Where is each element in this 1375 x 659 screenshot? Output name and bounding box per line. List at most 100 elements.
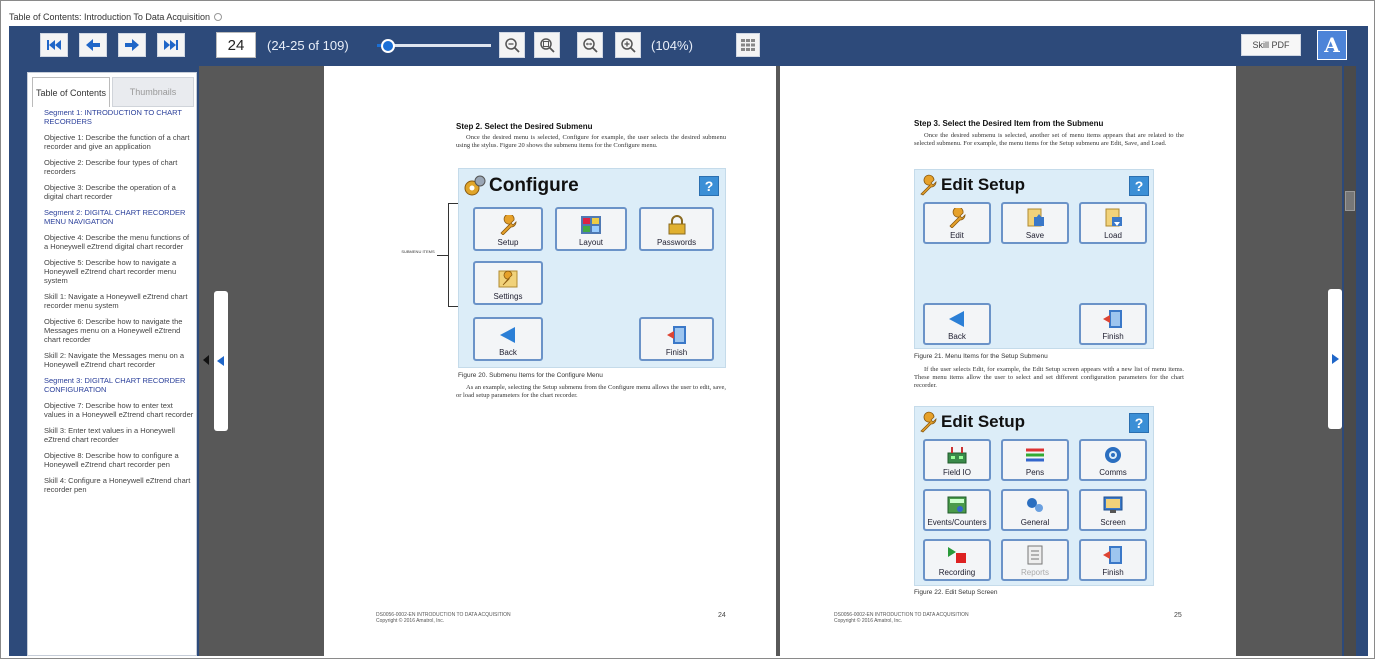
thumbnails-grid-button[interactable] (736, 33, 760, 57)
first-page-button[interactable] (40, 33, 68, 57)
edit-setup-screen-2: Edit Setup ? Field IO Pens Comms Events/… (914, 406, 1154, 586)
edit-setup-wrench-icon-2 (920, 411, 937, 433)
tile-field-io-label: Field IO (942, 468, 971, 477)
skill-pdf-button[interactable]: Skill PDF (1241, 34, 1301, 56)
zoom-percent-label: (104%) (651, 38, 693, 53)
settings-gear-icon[interactable] (213, 13, 222, 21)
tile-finish-2-label: Finish (1102, 568, 1124, 577)
pens-icon (1026, 448, 1044, 462)
collapse-sidebar-icon[interactable] (202, 355, 210, 365)
fit-page-button[interactable] (534, 32, 560, 58)
tile-edit-label: Edit (950, 231, 964, 240)
tile-passwords-label: Passwords (656, 238, 697, 247)
zoom-out-icon (505, 38, 520, 53)
last-page-button[interactable] (157, 33, 185, 57)
vertical-scrollbar[interactable] (1344, 66, 1356, 656)
right-footer-line-2: Copyright © 2016 Amatrol, Inc. (834, 618, 903, 624)
tile-finish-1-label: Finish (1102, 332, 1124, 341)
tile-load-label: Load (1104, 231, 1122, 240)
tile-field-io: Field IO (923, 439, 991, 481)
fit-width-button[interactable] (577, 32, 603, 58)
toc-segment-link[interactable]: Segment 1: INTRODUCTION TO CHART RECORDE… (44, 108, 194, 126)
toolbar: 24 (24-25 of 109) (104%) Skill PDF A (9, 26, 1368, 66)
page-number-input[interactable]: 24 (216, 32, 256, 58)
toc-item-link[interactable]: Skill 2: Navigate the Messages menu on a… (44, 351, 194, 369)
toc-item-link[interactable]: Skill 1: Navigate a Honeywell eZtrend ch… (44, 292, 194, 310)
tile-back-1: Back (923, 303, 991, 345)
previous-page-panel[interactable] (214, 291, 228, 431)
tile-back-1-label: Back (948, 332, 966, 341)
figure-21-caption: Figure 21. Menu Items for the Setup Subm… (914, 353, 1048, 360)
toc-item-link[interactable]: Objective 1: Describe the function of a … (44, 133, 194, 151)
tile-edit: Edit (923, 202, 991, 244)
zoom-in-icon (621, 38, 636, 53)
toc-item-link[interactable]: Objective 8: Describe how to configure a… (44, 451, 194, 469)
submenu-items-leader (437, 255, 448, 256)
configure-gears-icon (464, 175, 486, 196)
right-page-number: 25 (1174, 612, 1182, 619)
padlock-icon (668, 215, 685, 235)
toc-item-link[interactable]: Objective 6: Describe how to navigate th… (44, 317, 194, 344)
figure-20-caption: Figure 20. Submenu Items for the Configu… (458, 372, 603, 379)
tab-table-of-contents[interactable]: Table of Contents (32, 77, 110, 107)
configure-screen: Configure ? Setup Layout Passwords Setti… (458, 168, 726, 368)
tile-layout: Layout (555, 207, 627, 251)
tile-pens-label: Pens (1025, 468, 1045, 477)
field-io-icon (947, 447, 967, 464)
next-page-button[interactable] (118, 33, 146, 57)
zoom-slider-thumb[interactable] (381, 39, 396, 53)
accessibility-button[interactable]: A (1317, 30, 1347, 60)
tile-layout-label: Layout (578, 238, 604, 247)
toc-item-link[interactable]: Objective 3: Describe the operation of a… (44, 183, 194, 201)
tab-thumbnails[interactable]: Thumbnails (112, 77, 194, 107)
tile-settings-label: Settings (493, 292, 523, 301)
next-arrow-icon (1332, 354, 1339, 364)
left-page-number: 24 (718, 612, 726, 619)
scrollbar-thumb[interactable] (1345, 191, 1355, 211)
sidebar: Table of Contents Thumbnails Segment 1: … (9, 66, 199, 656)
tile-finish: Finish (639, 317, 714, 361)
toc-item-link[interactable]: Objective 4: Describe the menu functions… (44, 233, 194, 251)
configure-title: Configure (489, 175, 579, 196)
previous-page-button[interactable] (79, 33, 107, 57)
tile-save-label: Save (1025, 231, 1045, 240)
help-icon-2: ? (1129, 413, 1149, 433)
tile-finish-label: Finish (665, 348, 688, 357)
window-title-bar: Table of Contents: Introduction To Data … (9, 9, 222, 25)
toc-item-link[interactable]: Objective 2: Describe four types of char… (44, 158, 194, 176)
tile-reports: Reports (1001, 539, 1069, 581)
tile-finish-1: Finish (1079, 303, 1147, 345)
comms-icon (1105, 447, 1121, 463)
tile-screen: Screen (1079, 489, 1147, 531)
exit-door-icon (666, 326, 686, 344)
toc-item-link[interactable]: Objective 5: Describe how to navigate a … (44, 258, 194, 285)
toc-segment-link[interactable]: Segment 2: DIGITAL CHART RECORDER MENU N… (44, 208, 194, 226)
next-page-panel[interactable] (1328, 289, 1342, 429)
right-page-body-1: Once the desired submenu is selected, an… (914, 132, 1184, 147)
right-page-heading: Step 3. Select the Desired Item from the… (914, 119, 1104, 128)
toc-item-link[interactable]: Skill 4: Configure a Honeywell eZtrend c… (44, 476, 194, 494)
toc-item-link[interactable]: Objective 7: Describe how to enter text … (44, 401, 194, 419)
back-arrow-icon (500, 327, 515, 343)
tile-setup-label: Setup (497, 238, 519, 247)
tile-recording: Recording (923, 539, 991, 581)
layout-grid-icon (581, 216, 601, 234)
edit-setup-title-2: Edit Setup (941, 412, 1026, 431)
general-icon (1027, 498, 1043, 512)
settings-wrench-icon (498, 270, 518, 288)
left-page-heading: Step 2. Select the Desired Submenu (456, 122, 593, 131)
tile-comms: Comms (1079, 439, 1147, 481)
zoom-in-button[interactable] (615, 32, 641, 58)
toc-item-link[interactable]: Skill 3: Enter text values in a Honeywel… (44, 426, 194, 444)
figure-22-caption: Figure 22. Edit Setup Screen (914, 589, 998, 596)
toc-list: Segment 1: INTRODUCTION TO CHART RECORDE… (44, 108, 194, 501)
zoom-out-button[interactable] (499, 32, 525, 58)
submenu-items-callout: SUBMENU ITEMS (401, 249, 435, 254)
toc-segment-link[interactable]: Segment 3: DIGITAL CHART RECORDER CONFIG… (44, 376, 194, 394)
edit-setup-screen-1: Edit Setup ? Edit Save Load Back Finish (914, 169, 1154, 349)
tile-save: Save (1001, 202, 1069, 244)
help-icon: ? (699, 176, 719, 196)
left-page-body-1: Once the desired menu is selected, Confi… (456, 134, 726, 149)
left-footer-line-2: Copyright © 2016 Amatrol, Inc. (376, 618, 445, 624)
window-title: Table of Contents: Introduction To Data … (9, 12, 210, 22)
